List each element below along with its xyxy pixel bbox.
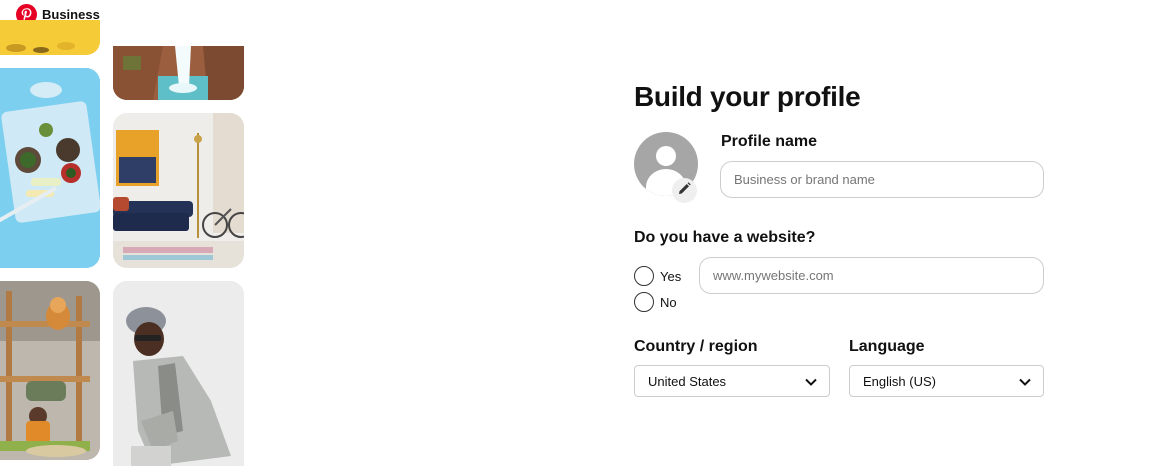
playground-image xyxy=(0,281,100,460)
website-no-label: No xyxy=(660,294,677,310)
website-yes-radio[interactable] xyxy=(634,266,654,286)
language-label: Language xyxy=(849,338,925,355)
country-selected-value: United States xyxy=(648,373,727,389)
yellow-food-image xyxy=(0,20,100,55)
edit-avatar-button[interactable] xyxy=(672,178,697,203)
website-url-input[interactable] xyxy=(699,257,1044,294)
website-question-label: Do you have a website? xyxy=(634,229,816,246)
profile-name-input[interactable] xyxy=(720,161,1044,198)
waterfall-image xyxy=(113,46,244,100)
language-selected-value: English (US) xyxy=(863,373,936,389)
page-title: Build your profile xyxy=(634,81,861,112)
country-region-label: Country / region xyxy=(634,338,758,355)
living-room-image xyxy=(113,113,244,268)
chevron-down-icon xyxy=(1019,374,1031,389)
pencil-icon xyxy=(678,181,691,200)
website-yes-label: Yes xyxy=(660,268,682,284)
man-in-jacket-image xyxy=(113,281,244,466)
website-yes-option[interactable]: Yes xyxy=(634,266,681,286)
country-select[interactable]: United States xyxy=(634,365,830,397)
language-select[interactable]: English (US) xyxy=(849,365,1044,397)
chevron-down-icon xyxy=(805,374,817,389)
food-tray-image xyxy=(0,68,100,268)
profile-name-label: Profile name xyxy=(721,133,818,150)
website-no-radio[interactable] xyxy=(634,292,654,312)
website-no-option[interactable]: No xyxy=(634,292,677,312)
